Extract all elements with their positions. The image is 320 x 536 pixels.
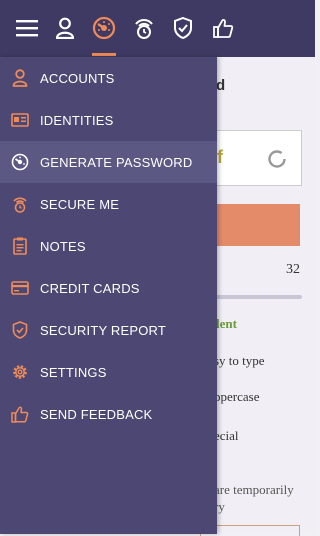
id-card-icon — [10, 110, 30, 130]
drawer-item-label: SECURE ME — [40, 196, 120, 212]
active-tab-indicator — [92, 53, 116, 56]
credit-card-icon — [10, 278, 30, 298]
drawer-item-security-report[interactable]: SECURITY REPORT — [0, 309, 217, 351]
drawer-item-identities[interactable]: IDENTITIES — [0, 99, 217, 141]
drawer-item-credit-cards[interactable]: CREDIT CARDS — [0, 267, 217, 309]
drawer-item-label: CREDIT CARDS — [40, 280, 140, 296]
drawer-item-label: ACCOUNTS — [40, 70, 115, 86]
page-title: d — [216, 77, 226, 94]
top-navigation-bar — [0, 0, 315, 57]
note-line-1: are temporarily — [214, 482, 294, 497]
user-icon — [10, 68, 30, 88]
notes-icon — [10, 236, 30, 256]
refresh-icon[interactable] — [267, 149, 287, 174]
drawer-item-label: SETTINGS — [40, 364, 107, 380]
thumbs-up-icon[interactable] — [206, 11, 240, 45]
drawer-item-accounts[interactable]: ACCOUNTS — [0, 57, 217, 99]
option-special[interactable]: ecial — [214, 428, 239, 444]
password-generator-icon[interactable] — [87, 11, 121, 45]
shield-check-icon[interactable] — [166, 11, 200, 45]
option-easy-to-type[interactable]: sy to type — [214, 353, 265, 369]
drawer-item-settings[interactable]: SETTINGS — [0, 351, 217, 393]
secure-me-icon — [10, 194, 30, 214]
navigation-drawer: ACCOUNTS IDENTITIES GENERATE PASSWORD SE… — [0, 57, 217, 534]
gear-icon — [10, 362, 30, 382]
menu-icon[interactable] — [10, 11, 44, 45]
option-uppercase[interactable]: ppercase — [214, 389, 259, 405]
drawer-item-label: IDENTITIES — [40, 112, 114, 128]
password-generator-icon — [10, 152, 30, 172]
drawer-item-generate-password[interactable]: GENERATE PASSWORD — [0, 141, 217, 183]
shield-check-icon — [10, 320, 30, 340]
user-icon[interactable] — [48, 11, 82, 45]
drawer-item-label: GENERATE PASSWORD — [40, 154, 193, 170]
drawer-item-notes[interactable]: NOTES — [0, 225, 217, 267]
strength-label: lent — [216, 316, 237, 331]
drawer-item-label: SEND FEEDBACK — [40, 406, 153, 422]
drawer-item-send-feedback[interactable]: SEND FEEDBACK — [0, 393, 217, 435]
drawer-item-label: SECURITY REPORT — [40, 322, 167, 338]
drawer-item-secure-me[interactable]: SECURE ME — [0, 183, 217, 225]
thumbs-up-icon — [10, 404, 30, 424]
secure-me-icon[interactable] — [127, 11, 161, 45]
password-length-value: 32 — [286, 262, 300, 277]
drawer-item-label: NOTES — [40, 238, 86, 254]
